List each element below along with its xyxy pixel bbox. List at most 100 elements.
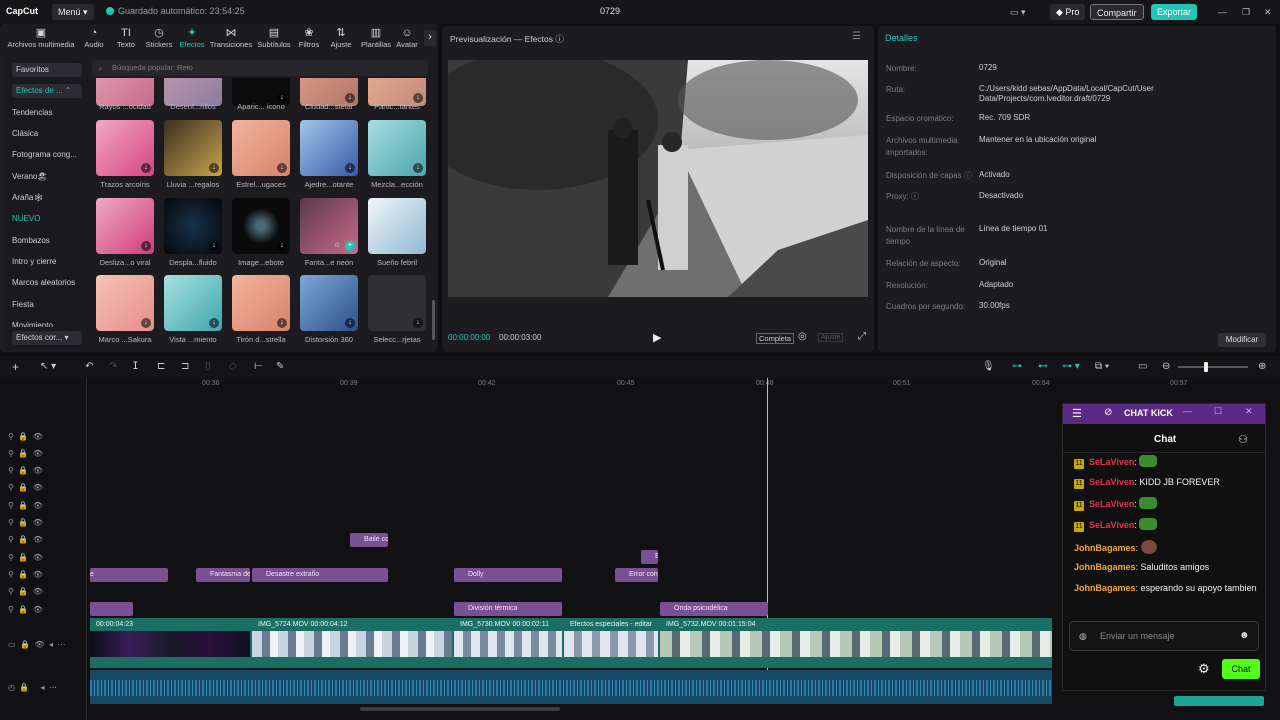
video-clip[interactable] [454,631,562,657]
delete-icon[interactable]: ▯ [205,361,211,372]
play-icon[interactable]: ▶ [653,331,661,344]
redo-icon[interactable]: ↷ [109,361,117,372]
menu-button[interactable]: Menú ▾ [52,4,94,20]
grid-scrollbar[interactable] [432,300,435,340]
effect-thumb[interactable] [368,198,426,254]
undo-icon[interactable]: ↶ [85,361,93,372]
caption-icon[interactable]: ▭ [1138,361,1147,372]
pro-button[interactable]: ◆ Pro [1050,4,1086,20]
sidebar-item-summer[interactable]: Verano🏖 [12,170,48,184]
star-icon[interactable]: ☆ [332,241,342,251]
minimize-icon[interactable]: — [1212,4,1233,20]
users-icon[interactable]: ⚇ [1238,433,1248,446]
add-icon[interactable]: + [345,241,355,251]
tool-effects[interactable]: ✦ Efectos [174,26,210,49]
video-clip[interactable] [252,631,452,657]
search-input[interactable]: Búsqueda popular: Reto [92,60,428,76]
hamburger-icon[interactable]: ☰ [1072,407,1082,420]
sidebar-item-body-effects[interactable]: Efectos cor... ▾ [12,331,82,345]
maximize-icon[interactable]: ❐ [1236,4,1256,20]
chat-username[interactable]: JohnBagames [1074,562,1136,572]
sidebar-item-trends[interactable]: Tendencias [12,106,52,120]
tool-filters[interactable]: ❀ Filtros [292,26,326,49]
zoom-slider[interactable] [1178,366,1248,368]
zoom-out-icon[interactable]: ⊖ [1162,361,1170,372]
effect-clip[interactable]: E [641,550,658,564]
zoom-in-icon[interactable]: ⊕ [1258,361,1266,372]
mic-icon[interactable]: 🎙 [982,361,995,372]
chat-username[interactable]: SeLaViven [1089,457,1134,467]
sidebar-item-bombs[interactable]: Bombazos [12,234,50,248]
effect-clip[interactable] [90,602,133,616]
draw-icon[interactable]: ✎ [276,361,284,372]
zoom-slider-handle[interactable] [1204,362,1208,372]
timeline-scrollbar[interactable] [360,707,560,711]
effect-clip[interactable]: División térmica [454,602,562,616]
effect-thumb[interactable]: ↓ [164,120,222,176]
preview-axis-icon[interactable]: ⧉ ▾ [1095,361,1109,372]
emoji-icon[interactable]: ☻ [1239,630,1250,641]
video-clip[interactable] [564,631,658,657]
crop-icon[interactable]: ⊢ [254,361,263,372]
chevron-right-icon[interactable]: › [424,30,436,46]
sidebar-item-intro[interactable]: Intro y cierre [12,255,56,269]
chat-send-button[interactable]: Chat [1222,659,1260,679]
link-icon[interactable]: ⊶ [1012,361,1022,372]
effect-thumb[interactable]: ↓ [164,198,222,254]
sidebar-item-new[interactable]: NUEVO [12,212,40,226]
effect-thumb[interactable]: ↓ [300,120,358,176]
effect-thumb[interactable]: ↓ [96,275,154,331]
preview-menu-icon[interactable]: ☰ [852,31,861,42]
effect-clip[interactable]: Desastre extraño [252,568,388,582]
effect-clip[interactable]: e [90,568,168,582]
snapshot-icon[interactable]: ◎ [798,331,807,342]
video-clip[interactable] [90,631,250,657]
chat-username[interactable]: JohnBagames [1074,543,1136,553]
effect-thumb[interactable]: ↓ [232,275,290,331]
sidebar-item-movement[interactable]: Movimiento [12,319,53,327]
tool-subtitles[interactable]: ▤ Subtítulos [254,26,294,49]
tool-templates[interactable]: ▥ Plantillas [358,26,394,49]
select-tool-icon[interactable]: ↖ ▾ [40,361,56,372]
fullscreen-icon[interactable]: ⤢ [858,331,866,342]
chat-username[interactable]: SeLaViven [1089,477,1134,487]
complete-button[interactable]: Completa [756,333,795,344]
shield-icon[interactable]: ◇ [229,361,237,372]
sidebar-item-classic[interactable]: Clásica [12,127,38,141]
zoom-button[interactable]: Ajuste [818,333,844,342]
add-track-icon[interactable]: + [12,360,19,374]
effect-clip[interactable]: Error con [615,568,658,582]
split-icon[interactable]: ⵊ [133,361,138,372]
chat-close-icon[interactable]: ✕ [1245,406,1253,417]
effect-thumb[interactable]: + ☆ [300,198,358,254]
tool-media[interactable]: ▣ Archivos multimedia [4,26,78,49]
sidebar-item-effects[interactable]: Efectos de ... ⌃ [12,84,82,98]
tool-transitions[interactable]: ⋈ Transiciones [208,26,254,49]
sidebar-item-freeze[interactable]: Fotograma cong... [12,148,77,162]
magnet-icon[interactable]: ⊷ [1038,361,1048,372]
effect-thumb[interactable]: ↓ [232,120,290,176]
layout-icon[interactable]: ▭ ▾ [1004,4,1044,20]
effect-thumb[interactable]: ↓ [232,198,290,254]
tool-adjust[interactable]: ⇅ Ajuste [324,26,358,49]
video-clip[interactable] [660,631,1052,657]
share-button[interactable]: Compartir [1090,4,1144,20]
chat-username[interactable]: SeLaViven [1089,520,1134,530]
tool-audio[interactable]: ◔ Audio [76,26,112,49]
sidebar-item-favorites[interactable]: Favoritos [12,63,82,77]
effect-thumb[interactable]: ↓ [164,275,222,331]
chat-tab[interactable]: Chat [1154,434,1176,445]
chat-username[interactable]: SeLaViven [1089,499,1134,509]
effect-thumb[interactable]: ↓ [368,120,426,176]
effect-thumb[interactable]: ↓ [96,120,154,176]
effect-thumb[interactable]: ↓ [368,275,426,331]
effect-clip[interactable]: Fantasma de [196,568,250,582]
effect-clip[interactable]: Baile co [350,533,388,547]
chat-maximize-icon[interactable]: ☐ [1214,406,1222,417]
sidebar-item-spider[interactable]: Araña🕸 [12,191,44,205]
tool-stickers[interactable]: ◷ Stickers [140,26,178,49]
effect-thumb[interactable]: ↓ [300,275,358,331]
effect-thumb[interactable]: ↓ [96,198,154,254]
chat-username[interactable]: JohnBagames [1074,583,1136,593]
split-left-icon[interactable]: ⊏ [157,361,165,372]
